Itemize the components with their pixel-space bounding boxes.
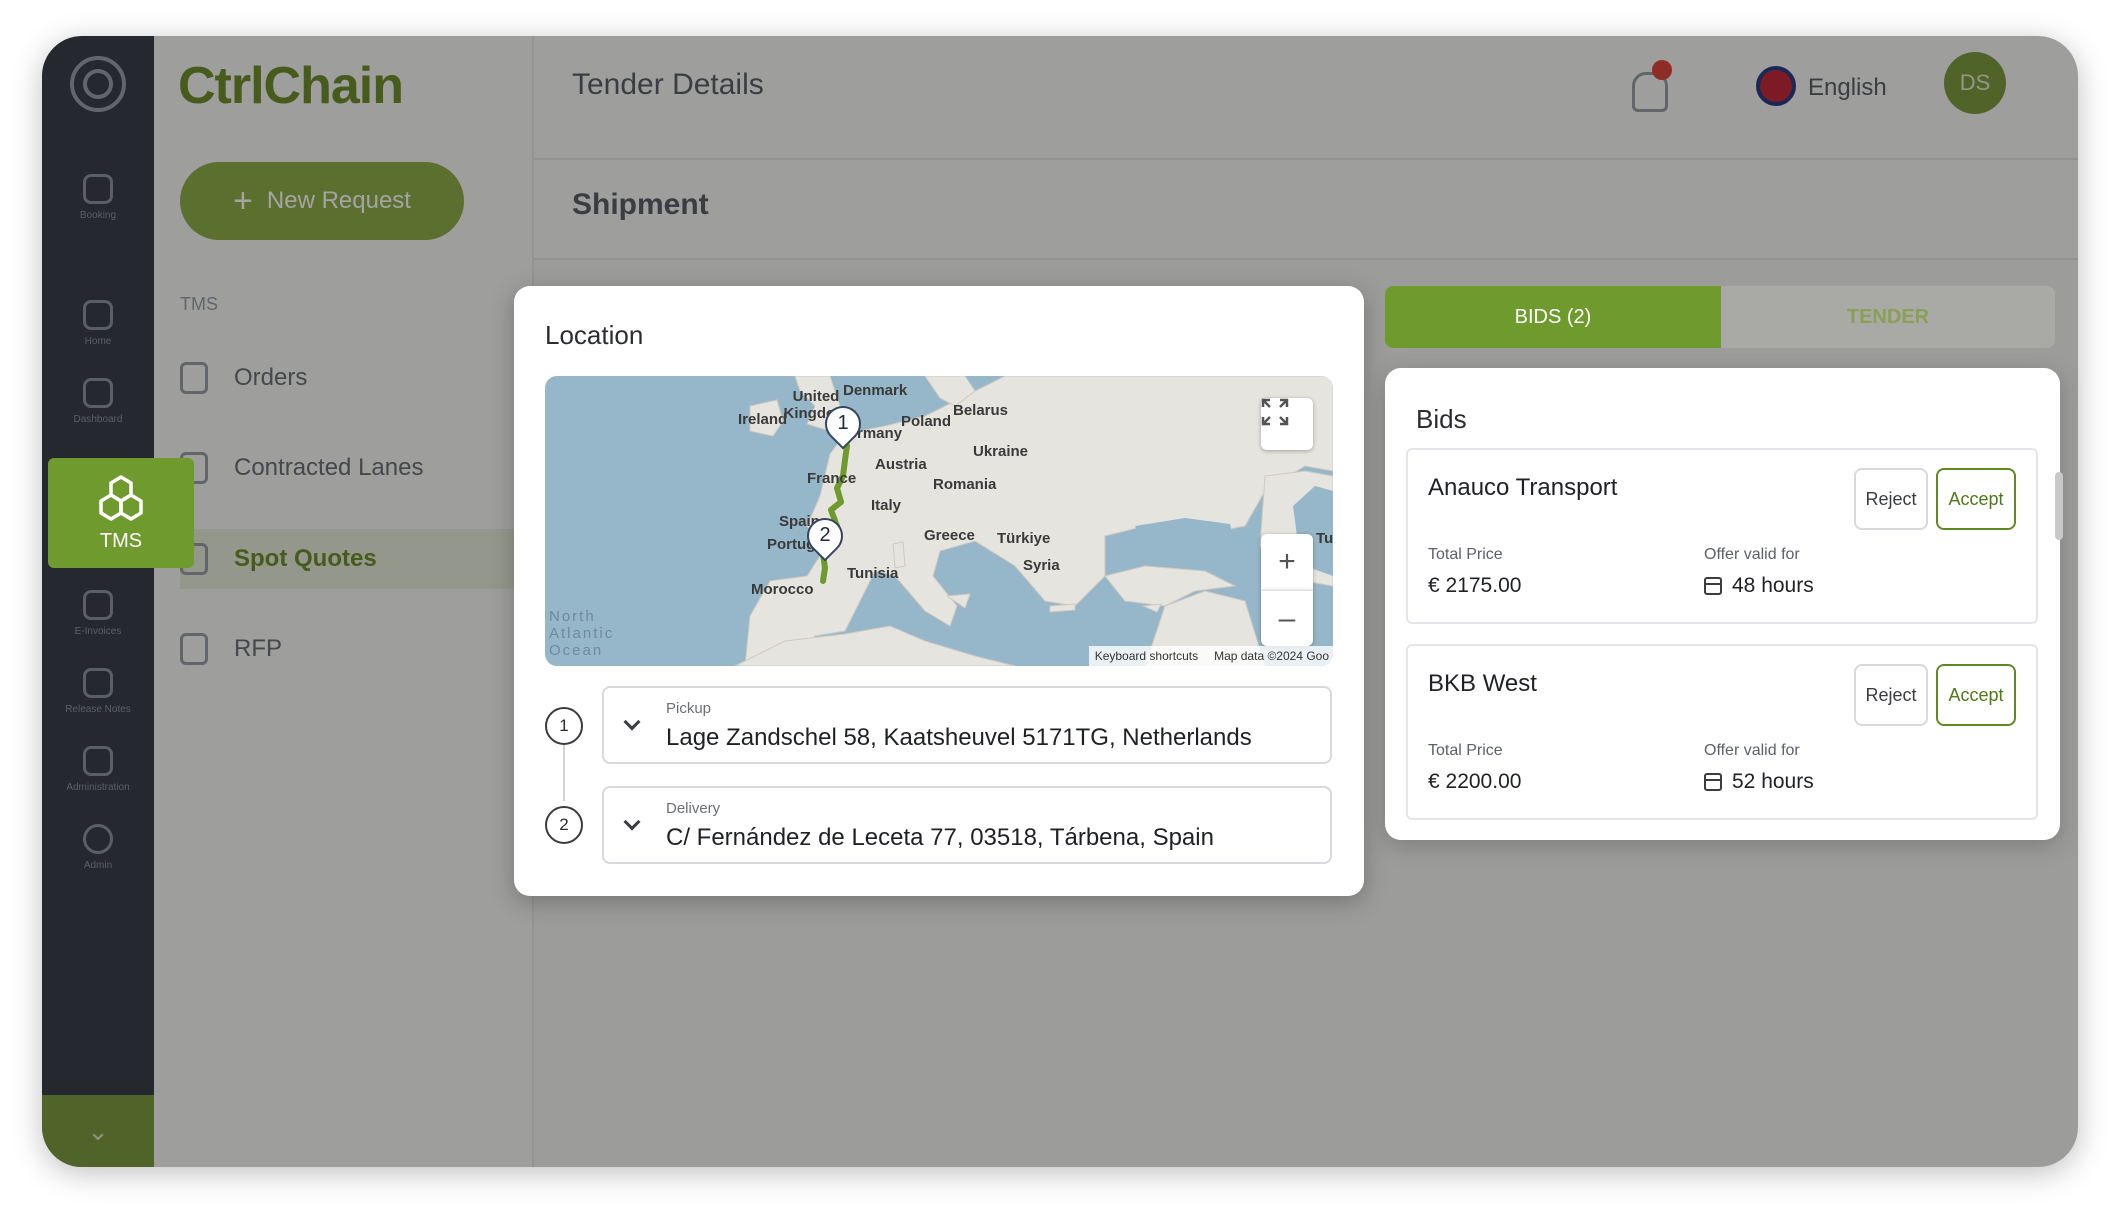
delivery-field[interactable]: Delivery C/ Fernández de Leceta 77, 0351… bbox=[602, 786, 1332, 864]
scrollbar[interactable] bbox=[2055, 472, 2063, 540]
stop-connector bbox=[563, 741, 565, 801]
bids-card: Bids Anauco Transport Reject Accept Tota… bbox=[1385, 368, 2060, 840]
map-label: Ukraine bbox=[973, 443, 1029, 460]
offer-valid-value: 48 hours bbox=[1704, 574, 1814, 598]
location-title: Location bbox=[545, 320, 644, 350]
accept-button[interactable]: Accept bbox=[1936, 664, 2016, 726]
price-text: € 2200.00 bbox=[1428, 770, 1522, 793]
calendar-icon bbox=[1704, 773, 1722, 791]
offer-valid-value: 52 hours bbox=[1704, 770, 1814, 794]
reject-button[interactable]: Reject bbox=[1854, 468, 1928, 530]
map-label: Poland bbox=[901, 413, 952, 430]
tab-bids[interactable]: BIDS (2) bbox=[1385, 286, 1721, 348]
route-map[interactable]: Denmark United Kingdom Ireland Belarus P… bbox=[545, 376, 1333, 666]
zoom-in-button[interactable]: + bbox=[1261, 534, 1313, 590]
map-ocean-label: North Atlantic Ocean bbox=[549, 608, 615, 659]
map-label: Greece bbox=[924, 527, 975, 544]
map-label: Italy bbox=[871, 497, 902, 514]
keyboard-shortcuts-link[interactable]: Keyboard shortcuts bbox=[1095, 649, 1198, 663]
carrier-name: Anauco Transport bbox=[1428, 474, 1618, 501]
bid-item: BKB West Reject Accept Total Price € 220… bbox=[1406, 644, 2038, 820]
map-label: France bbox=[807, 470, 857, 487]
map-label: Tu bbox=[1316, 530, 1333, 547]
accept-button[interactable]: Accept bbox=[1936, 468, 2016, 530]
fullscreen-icon bbox=[1261, 398, 1289, 426]
validity-text: 52 hours bbox=[1732, 770, 1814, 793]
price-text: € 2175.00 bbox=[1428, 574, 1522, 597]
map-label: Austria bbox=[875, 456, 927, 473]
map-label: Syria bbox=[1023, 557, 1060, 574]
reject-button[interactable]: Reject bbox=[1854, 664, 1928, 726]
zoom-out-button[interactable]: – bbox=[1261, 590, 1313, 646]
fullscreen-button[interactable] bbox=[1261, 398, 1313, 450]
total-price-label: Total Price bbox=[1428, 742, 1503, 759]
delivery-label: Delivery bbox=[666, 800, 721, 817]
bids-title: Bids bbox=[1416, 404, 1467, 434]
calendar-icon bbox=[1704, 577, 1722, 595]
bid-item: Anauco Transport Reject Accept Total Pri… bbox=[1406, 448, 2038, 624]
carrier-name: BKB West bbox=[1428, 670, 1537, 697]
offer-valid-label: Offer valid for bbox=[1704, 742, 1800, 759]
validity-text: 48 hours bbox=[1732, 574, 1814, 597]
cubes-icon bbox=[99, 474, 143, 521]
map-label: Tunisia bbox=[847, 565, 899, 582]
plus-icon: + bbox=[1278, 545, 1296, 578]
map-label: Ireland bbox=[738, 411, 788, 428]
minus-icon: – bbox=[1278, 601, 1296, 635]
pickup-label: Pickup bbox=[666, 700, 712, 717]
map-label: Romania bbox=[933, 476, 997, 493]
total-price-value: € 2200.00 bbox=[1428, 770, 1521, 794]
chevron-down-icon[interactable] bbox=[623, 813, 641, 831]
rail-item-label: TMS bbox=[99, 529, 143, 552]
bids-tender-tabs: BIDS (2) TENDER bbox=[1385, 286, 2055, 348]
pickup-address: Lage Zandschel 58, Kaatsheuvel 5171TG, N… bbox=[666, 724, 1252, 751]
offer-valid-label: Offer valid for bbox=[1704, 546, 1800, 563]
chevron-down-icon[interactable] bbox=[623, 713, 641, 731]
map-label: Morocco bbox=[751, 581, 814, 598]
rail-item-tms[interactable]: TMS bbox=[48, 458, 194, 568]
map-pin-number: 2 bbox=[819, 524, 831, 546]
stop-number: 1 bbox=[545, 707, 583, 745]
delivery-address: C/ Fernández de Leceta 77, 03518, Tárben… bbox=[666, 824, 1214, 851]
map-attribution: Keyboard shortcuts Map data ©2024 Goo bbox=[1088, 646, 1333, 666]
map-data-credit: Map data ©2024 Goo bbox=[1214, 649, 1329, 663]
map-label: Türkiye bbox=[997, 530, 1051, 547]
map-label: Denmark bbox=[843, 382, 908, 399]
stop-number: 2 bbox=[545, 806, 583, 844]
map-pin-number: 1 bbox=[837, 412, 849, 434]
total-price-value: € 2175.00 bbox=[1428, 574, 1521, 598]
total-price-label: Total Price bbox=[1428, 546, 1503, 563]
pickup-field[interactable]: Pickup Lage Zandschel 58, Kaatsheuvel 51… bbox=[602, 686, 1332, 764]
map-label: Belarus bbox=[953, 402, 1009, 419]
tab-tender[interactable]: TENDER bbox=[1721, 286, 2055, 348]
location-card: Location Denmark United Kingdom Ireland … bbox=[514, 286, 1364, 896]
